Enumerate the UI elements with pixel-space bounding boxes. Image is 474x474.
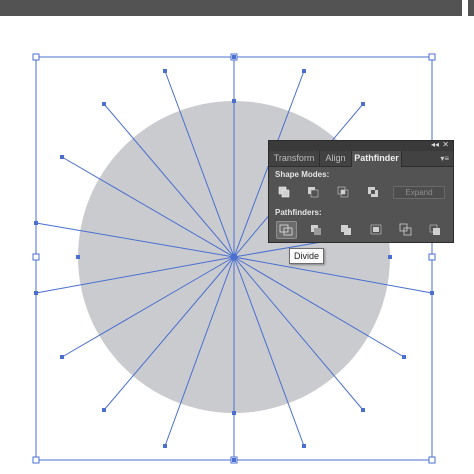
collapse-icon[interactable]: ◂◂ — [431, 140, 439, 150]
circle-anchor-point[interactable] — [232, 99, 236, 103]
exclude-button[interactable] — [364, 183, 382, 200]
divide-tooltip: Divide — [289, 248, 325, 264]
tab-transform[interactable]: Transform — [269, 151, 320, 166]
anchor-point[interactable] — [60, 355, 64, 359]
minus-front-button[interactable] — [304, 183, 322, 200]
bounding-box-handle[interactable] — [32, 53, 40, 61]
bounding-box-handle[interactable] — [32, 456, 40, 464]
exclude-icon — [368, 187, 378, 197]
unite-icon — [278, 186, 290, 198]
anchor-point[interactable] — [34, 291, 38, 295]
anchor-point[interactable] — [34, 221, 38, 225]
anchor-point[interactable] — [302, 444, 306, 448]
anchor-point[interactable] — [361, 408, 365, 412]
anchor-point[interactable] — [361, 102, 365, 106]
panel-tabs: Transform Align Pathfinder ▾≡ — [269, 151, 453, 167]
anchor-point[interactable] — [60, 155, 64, 159]
intersect-button[interactable] — [334, 183, 352, 200]
crop-button[interactable] — [367, 221, 385, 238]
circle-anchor-point[interactable] — [76, 255, 80, 259]
minus-back-icon — [429, 224, 440, 235]
outline-button[interactable] — [397, 221, 415, 238]
anchor-point[interactable] — [102, 102, 106, 106]
anchor-point[interactable] — [102, 408, 106, 412]
bounding-box-handle[interactable] — [428, 253, 436, 261]
crop-icon — [370, 224, 382, 235]
pathfinders-label: Pathfinders: — [275, 208, 322, 217]
expand-button[interactable]: Expand — [393, 186, 445, 199]
trim-icon — [311, 225, 321, 235]
divide-button[interactable] — [276, 221, 297, 239]
circle-anchor-point[interactable] — [388, 255, 392, 259]
anchor-point[interactable] — [302, 69, 306, 73]
panel-titlebar[interactable]: ◂◂ ✕ — [269, 140, 453, 151]
shape-modes-label: Shape Modes: — [275, 170, 330, 179]
anchor-point[interactable] — [402, 355, 406, 359]
close-icon[interactable]: ✕ — [442, 140, 449, 150]
tab-align[interactable]: Align — [320, 151, 352, 166]
bounding-box-handle[interactable] — [428, 53, 436, 61]
anchor-point[interactable] — [232, 458, 236, 462]
anchor-point[interactable] — [232, 55, 236, 59]
intersect-icon — [337, 186, 349, 198]
anchor-point[interactable] — [163, 444, 167, 448]
panel-menu-icon[interactable]: ▾≡ — [440, 154, 449, 163]
anchor-point[interactable] — [430, 291, 434, 295]
divide-icon — [279, 224, 293, 236]
minus-back-button[interactable] — [426, 221, 444, 238]
minus-front-icon — [308, 187, 319, 198]
merge-button[interactable] — [337, 221, 355, 238]
tab-pathfinder[interactable]: Pathfinder — [352, 151, 402, 167]
trim-button[interactable] — [307, 221, 325, 238]
bounding-box-handle[interactable] — [32, 253, 40, 261]
circle-anchor-point[interactable] — [232, 411, 236, 415]
center-anchor-point[interactable] — [230, 253, 238, 261]
merge-icon — [341, 225, 351, 235]
anchor-point[interactable] — [163, 69, 167, 73]
bounding-box-handle[interactable] — [428, 456, 436, 464]
pathfinder-panel: ◂◂ ✕ Transform Align Pathfinder ▾≡ Shape… — [268, 140, 454, 243]
unite-button[interactable] — [275, 183, 293, 200]
outline-icon — [399, 223, 412, 236]
